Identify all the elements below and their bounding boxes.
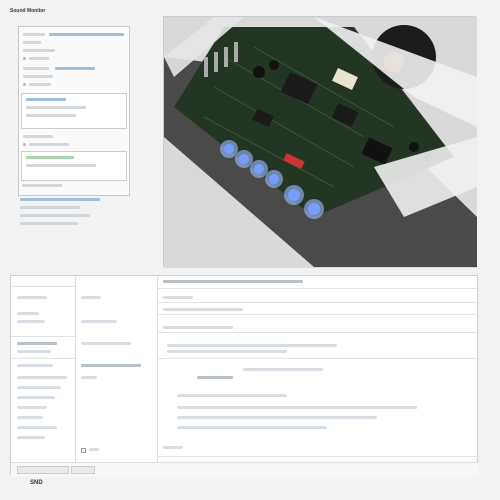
options-group [21, 93, 127, 129]
nav-item[interactable] [17, 396, 55, 399]
content-column [157, 276, 479, 476]
required-marker-icon [23, 83, 26, 86]
content-line [163, 326, 233, 329]
options-column [75, 276, 158, 476]
settings-panel: Sound Monitor [10, 8, 160, 263]
circuit-board-image [164, 17, 477, 268]
form-label [23, 49, 55, 52]
content-line [243, 368, 323, 371]
nav-item[interactable] [17, 364, 53, 367]
option-label [81, 364, 141, 367]
footer-bar [11, 462, 479, 477]
content-line [163, 446, 183, 449]
checkbox[interactable] [81, 448, 86, 453]
content-line [177, 406, 417, 409]
required-marker-icon [23, 57, 26, 60]
nav-item[interactable] [17, 342, 57, 345]
form-field[interactable] [55, 67, 95, 70]
required-marker-icon [23, 143, 26, 146]
checkbox-label [89, 448, 99, 451]
brand-logo: SND [30, 480, 43, 486]
form-label [29, 57, 49, 60]
nav-item[interactable] [17, 312, 39, 315]
option-row[interactable] [26, 98, 66, 101]
nav-item[interactable] [17, 376, 67, 379]
nav-item[interactable] [17, 436, 45, 439]
option-label [81, 376, 97, 379]
form-label [23, 67, 49, 70]
form-caption [22, 183, 62, 188]
content-title [163, 280, 303, 283]
form-label [23, 41, 41, 44]
option-row[interactable] [26, 114, 76, 117]
content-line [177, 416, 377, 419]
nav-item[interactable] [17, 386, 61, 389]
content-line [167, 350, 287, 353]
nav-column [11, 276, 76, 476]
footer-button[interactable] [71, 466, 95, 474]
nav-item[interactable] [17, 416, 43, 419]
option-row[interactable] [26, 156, 74, 159]
form-label [29, 143, 69, 146]
content-line [177, 426, 327, 429]
option-label [81, 342, 131, 345]
content-line [167, 344, 337, 347]
nav-item[interactable] [17, 350, 51, 353]
form-field[interactable] [49, 33, 124, 36]
nav-item[interactable] [17, 426, 57, 429]
form-label [23, 75, 53, 78]
content-line [197, 376, 233, 379]
option-label [81, 320, 117, 323]
details-window [10, 275, 479, 477]
panel-title: Sound Monitor [10, 8, 46, 14]
nav-item[interactable] [17, 296, 47, 299]
content-line [177, 394, 287, 397]
content-line [163, 296, 193, 299]
form-label [23, 135, 53, 138]
form-label [23, 33, 45, 36]
option-row[interactable] [26, 164, 96, 167]
nav-item[interactable] [17, 320, 45, 323]
option-label [81, 296, 101, 299]
option-row[interactable] [26, 106, 86, 109]
content-line [163, 308, 243, 311]
hardware-photo [163, 16, 477, 268]
footer-button[interactable] [17, 466, 69, 474]
options-group-2 [21, 151, 127, 181]
nav-item[interactable] [17, 406, 47, 409]
form-label [29, 83, 51, 86]
settings-form [18, 26, 130, 196]
